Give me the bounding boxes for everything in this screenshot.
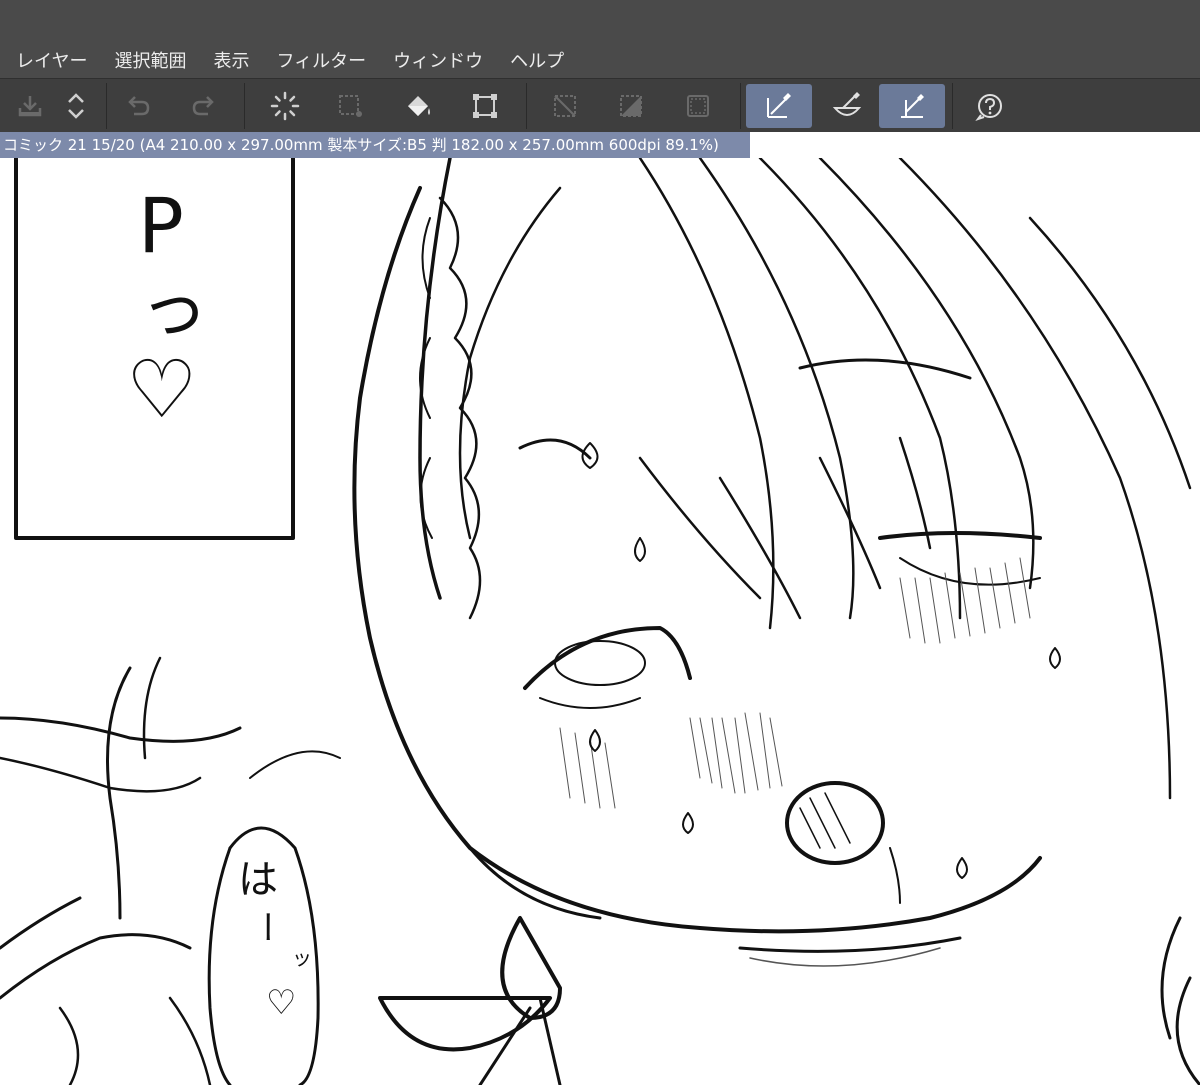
toolbar-separator <box>740 83 741 129</box>
command-bar <box>0 78 1200 132</box>
menu-filter[interactable]: フィルター <box>276 47 366 73</box>
invert-selection-button[interactable] <box>603 84 659 128</box>
menu-bar: レイヤー 選択範囲 表示 フィルター ウィンドウ ヘルプ <box>0 42 1200 78</box>
layer-order-icon <box>68 93 84 119</box>
toolbar-separator <box>952 83 953 129</box>
select-all-icon <box>339 95 362 117</box>
fill-bucket-icon <box>408 96 430 116</box>
transform-button[interactable] <box>457 84 513 128</box>
toolbar-separator <box>244 83 245 129</box>
redo-button[interactable] <box>176 84 232 128</box>
snap-grid-icon <box>901 94 924 118</box>
undo-icon <box>128 96 150 116</box>
snap-grid-button[interactable] <box>879 84 945 128</box>
help-button[interactable] <box>962 84 1018 128</box>
drawing-canvas[interactable]: P っ ♡ は ー ッ ♡ <box>0 158 1200 1085</box>
snap-ruler-icon <box>767 93 791 118</box>
fill-button[interactable] <box>390 84 446 128</box>
show-selection-button[interactable] <box>670 84 726 128</box>
toolbar-separator <box>526 83 527 129</box>
window-titlebar <box>0 0 1200 42</box>
menu-view[interactable]: 表示 <box>213 47 249 73</box>
deselect-icon <box>554 95 576 117</box>
snap-special-ruler-icon <box>832 92 862 116</box>
bubble-text-ha: は <box>238 857 278 903</box>
panel-text-p: P <box>138 181 184 270</box>
transform-icon <box>473 94 497 118</box>
loading-spinner-icon <box>270 91 300 121</box>
panel-heart: ♡ <box>126 343 198 436</box>
panel-text-tsu: っ <box>140 270 209 349</box>
toolbar-separator <box>106 83 107 129</box>
layer-order-button[interactable] <box>48 84 104 128</box>
snap-ruler-button[interactable] <box>746 84 812 128</box>
select-all-button[interactable] <box>322 84 378 128</box>
show-selection-icon <box>687 95 709 117</box>
bubble-small-tsu: ッ <box>292 946 312 970</box>
loading-button[interactable] <box>257 84 313 128</box>
document-info-bar: コミック 21 15/20 (A4 210.00 x 297.00mm 製本サイ… <box>0 132 750 158</box>
menu-window[interactable]: ウィンドウ <box>393 47 483 73</box>
menu-selection[interactable]: 選択範囲 <box>114 47 186 73</box>
snap-special-ruler-button[interactable] <box>818 84 876 128</box>
invert-selection-icon <box>620 95 642 117</box>
bubble-dash: ー <box>245 910 285 944</box>
menu-layer[interactable]: レイヤー <box>16 47 87 73</box>
help-icon <box>975 94 1002 121</box>
deselect-button[interactable] <box>537 84 593 128</box>
bubble-heart: ♡ <box>266 983 297 1023</box>
menu-help[interactable]: ヘルプ <box>510 47 564 73</box>
undo-button[interactable] <box>110 84 166 128</box>
export-icon <box>18 96 42 117</box>
redo-icon <box>192 96 214 116</box>
